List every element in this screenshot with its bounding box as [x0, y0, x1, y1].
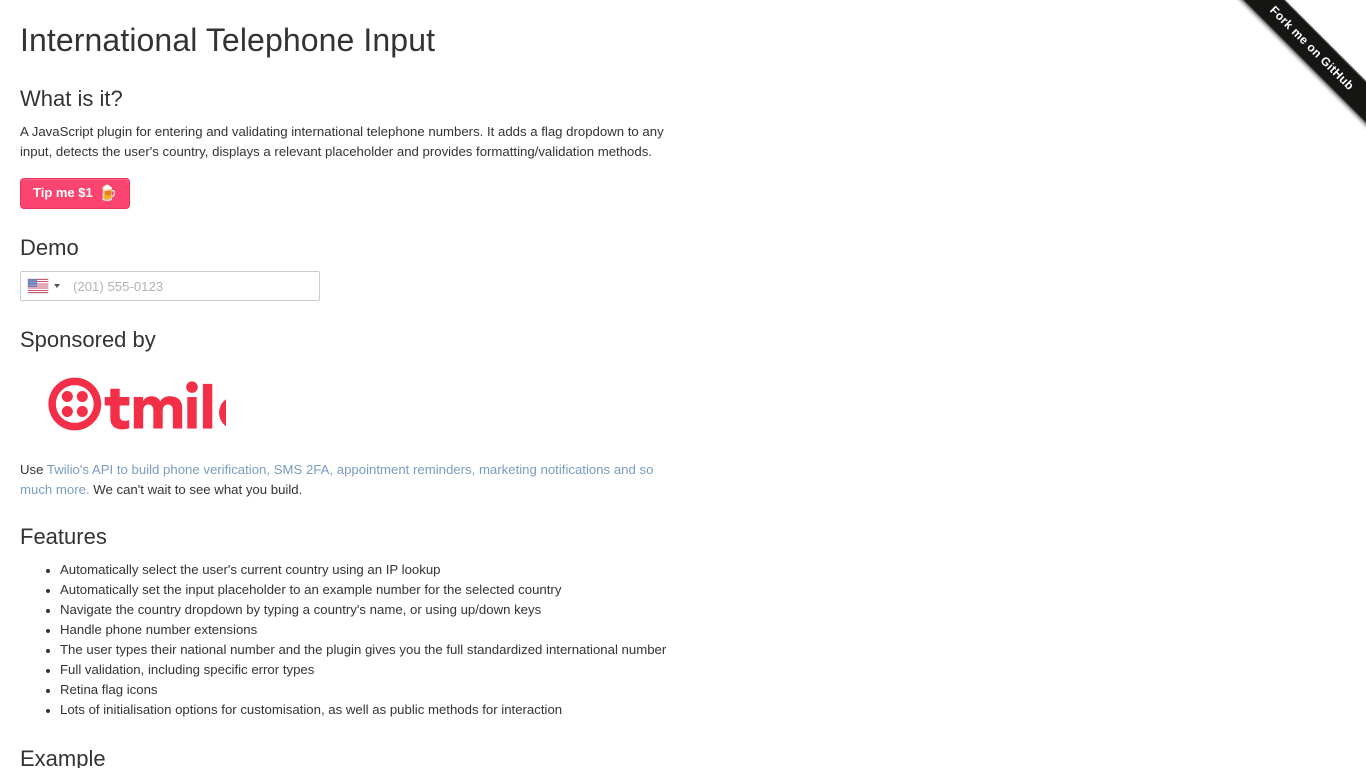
twilio-logo: [46, 375, 680, 438]
section-heading-next: Example: [20, 746, 106, 768]
section-heading-sponsored-by: Sponsored by: [20, 327, 156, 352]
list-item: Automatically select the user's current …: [60, 560, 680, 580]
features-list: Automatically select the user's current …: [20, 560, 680, 720]
page-title: International Telephone Input: [20, 22, 436, 58]
sponsor-text-suffix: We can't wait to see what you build.: [89, 482, 303, 497]
list-item: Full validation, including specific erro…: [60, 660, 680, 680]
fork-me-on-github-ribbon[interactable]: Fork me on GitHub: [1216, 0, 1366, 150]
list-item: The user types their national number and…: [60, 640, 680, 660]
chevron-down-icon: [54, 284, 60, 288]
ribbon-label[interactable]: Fork me on GitHub: [1223, 0, 1366, 137]
tip-button-label: Tip me $1: [33, 185, 93, 200]
list-item: Lots of initialisation options for custo…: [60, 700, 680, 720]
page-root: Fork me on GitHub International Telephon…: [0, 0, 1366, 768]
list-item: Retina flag icons: [60, 680, 680, 700]
list-item: Handle phone number extensions: [60, 620, 680, 640]
list-item: Automatically set the input placeholder …: [60, 580, 680, 600]
section-heading-features: Features: [20, 524, 107, 549]
list-item: Navigate the country dropdown by typing …: [60, 600, 680, 620]
country-flag-dropdown[interactable]: [21, 272, 69, 300]
main-content: International Telephone Input What is it…: [0, 20, 700, 768]
sponsor-paragraph: Use Twilio's API to build phone verifica…: [20, 460, 680, 500]
what-is-it-paragraph: A JavaScript plugin for entering and val…: [20, 124, 664, 159]
sponsor-text-prefix: Use: [20, 462, 47, 477]
phone-input-wrapper: [20, 271, 320, 301]
beer-mug-icon: 🍺: [98, 184, 118, 202]
tip-me-button[interactable]: Tip me $1 🍺: [20, 178, 131, 209]
section-heading-demo: Demo: [20, 235, 79, 260]
section-heading-what-is-it: What is it?: [20, 86, 123, 111]
flag-us-icon: [28, 279, 48, 293]
